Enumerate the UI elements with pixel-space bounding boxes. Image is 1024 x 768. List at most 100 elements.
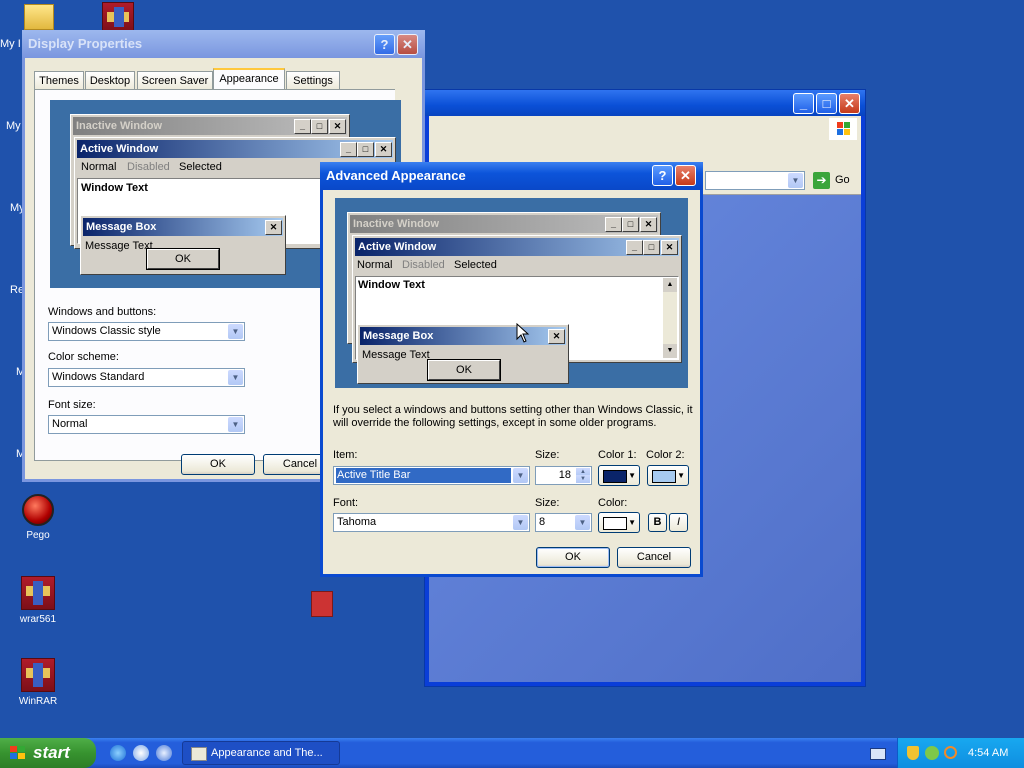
windows-buttons-select[interactable]: Windows Classic style ▼ — [48, 322, 245, 341]
tab-desktop[interactable]: Desktop — [85, 71, 135, 90]
shield-icon[interactable] — [907, 746, 919, 760]
font-size-value: Normal — [52, 418, 88, 430]
display-properties-titlebar[interactable]: Display Properties ? ✕ — [22, 30, 425, 58]
italic-button[interactable]: I — [669, 513, 688, 532]
tab-screen-saver[interactable]: Screen Saver — [137, 71, 213, 90]
taskbar-item-appearance[interactable]: Appearance and The... — [182, 741, 340, 765]
bold-button[interactable]: B — [648, 513, 667, 532]
desktop-icon-label-my[interactable]: My I — [0, 38, 21, 50]
tab-settings[interactable]: Settings — [286, 71, 340, 90]
keyboard-icon[interactable] — [870, 748, 886, 760]
preview-message-box-titlebar: Message Box — [83, 218, 283, 236]
folder-icon[interactable] — [311, 632, 333, 654]
color1-picker[interactable]: ▼ — [598, 465, 640, 486]
show-desktop-icon[interactable] — [156, 745, 172, 761]
search-icon[interactable] — [944, 746, 957, 759]
address-combo[interactable]: ▼ — [705, 171, 805, 190]
font-size-value: 8 — [539, 516, 546, 528]
desktop-icon-label: WinRAR — [18, 696, 58, 707]
internet-explorer-icon[interactable] — [110, 745, 126, 761]
mouse-cursor-icon — [516, 323, 530, 343]
desktop-icon-label: Pego — [26, 530, 50, 541]
advanced-appearance-dialog[interactable]: Advanced Appearance ? ✕ Inactive Window … — [320, 162, 703, 577]
network-icon[interactable] — [925, 746, 939, 760]
system-tray: 4:54 AM — [897, 738, 1024, 768]
color1-label: Color 1: — [598, 449, 637, 461]
start-button[interactable]: start — [0, 738, 96, 768]
preview-menu-normal[interactable]: Normal — [357, 259, 392, 271]
chevron-down-icon[interactable]: ▼ — [228, 417, 243, 432]
advanced-appearance-titlebar[interactable]: Advanced Appearance ? ✕ — [320, 162, 703, 190]
chevron-down-icon[interactable]: ▼ — [228, 370, 243, 385]
preview-scrollbar[interactable]: ▲ ▼ — [663, 278, 677, 358]
tab-themes[interactable]: Themes — [34, 71, 84, 90]
preview-menu-selected[interactable]: Selected — [454, 259, 497, 271]
font-select[interactable]: Tahoma ▼ — [333, 513, 530, 532]
preview-message-box-titlebar[interactable]: Message Box — [360, 327, 566, 345]
window-icon — [191, 747, 207, 761]
winrar-icon — [21, 576, 55, 610]
folder-icon[interactable] — [24, 4, 54, 30]
chevron-down-icon[interactable]: ▼ — [575, 515, 590, 530]
font-value: Tahoma — [337, 516, 377, 528]
chevron-down-icon[interactable]: ▼ — [513, 468, 528, 483]
preview-message-text: Message Text — [85, 240, 153, 252]
preview-ok-button: OK — [147, 249, 219, 269]
maximize-button[interactable]: □ — [816, 93, 837, 114]
font-size-select[interactable]: Normal ▼ — [48, 415, 245, 434]
taskbar-item-label: Appearance and The... — [211, 747, 323, 759]
spin-down-icon[interactable]: ▼ — [576, 475, 590, 483]
desktop-icon-winrar[interactable]: WinRAR — [8, 658, 68, 707]
taskbar: start Appearance and The... 4:54 AM — [0, 738, 1024, 768]
windows-buttons-label: Windows and buttons: — [48, 306, 157, 318]
close-button[interactable]: ✕ — [397, 34, 418, 55]
minimize-button[interactable]: _ — [793, 93, 814, 114]
font-size-label: Font size: — [48, 399, 96, 411]
size-spinner[interactable]: 18 ▲ ▼ — [535, 466, 592, 485]
color-scheme-select[interactable]: Windows Standard ▼ — [48, 368, 245, 387]
preview-menu-disabled[interactable]: Disabled — [402, 259, 445, 271]
advanced-preview: Inactive Window _ □ ✕ Active Window _ □ … — [335, 198, 688, 388]
preview-message-box[interactable]: Message Box ✕ Message Text OK — [357, 324, 569, 384]
info-text: If you select a windows and buttons sett… — [333, 404, 693, 429]
color2-swatch — [652, 470, 676, 483]
ok-button[interactable]: OK — [181, 454, 255, 475]
font-color-picker[interactable]: ▼ — [598, 512, 640, 533]
preview-menu-normal: Normal — [81, 161, 117, 173]
font-color-swatch — [603, 517, 627, 530]
app-icon[interactable] — [311, 591, 333, 617]
scroll-down-icon[interactable]: ▼ — [663, 344, 677, 358]
preview-menu-selected: Selected — [179, 161, 222, 173]
cancel-button[interactable]: Cancel — [617, 547, 691, 568]
chevron-down-icon[interactable]: ▼ — [228, 324, 243, 339]
preview-window-text: Window Text — [358, 279, 425, 291]
help-button[interactable]: ? — [652, 165, 673, 186]
font-size-select[interactable]: 8 ▼ — [535, 513, 592, 532]
close-button[interactable]: ✕ — [675, 165, 696, 186]
font-label: Font: — [333, 497, 359, 509]
winrar-icon[interactable] — [102, 2, 134, 32]
media-icon[interactable] — [133, 745, 149, 761]
clock[interactable]: 4:54 AM — [968, 738, 1008, 768]
close-button[interactable]: ✕ — [839, 93, 860, 114]
preview-ok-button[interactable]: OK — [428, 360, 500, 380]
color2-label: Color 2: — [646, 449, 685, 461]
item-select[interactable]: Active Title Bar ▼ — [333, 466, 530, 485]
help-button[interactable]: ? — [374, 34, 395, 55]
dialog-title: Advanced Appearance — [326, 168, 466, 183]
go-button-label[interactable]: Go — [835, 174, 850, 186]
desktop-icon-wrar561[interactable]: wrar561 — [8, 576, 68, 625]
chevron-down-icon: ▼ — [628, 471, 636, 480]
desktop-icon-pego[interactable]: Pego — [8, 494, 68, 541]
font-size-label: Size: — [535, 497, 560, 509]
scroll-up-icon[interactable]: ▲ — [663, 278, 677, 292]
go-arrow-icon[interactable]: ➔ — [813, 172, 830, 189]
ok-button[interactable]: OK — [536, 547, 610, 568]
preview-message-text[interactable]: Message Text — [362, 349, 430, 361]
color2-picker[interactable]: ▼ — [647, 465, 689, 486]
background-window-titlebar[interactable]: _ □ ✕ — [425, 90, 865, 116]
chevron-down-icon[interactable]: ▼ — [513, 515, 528, 530]
preview-menu-disabled: Disabled — [127, 161, 170, 173]
desktop-icon-label-my[interactable]: My — [6, 120, 21, 132]
windows-flag-icon — [10, 746, 26, 760]
